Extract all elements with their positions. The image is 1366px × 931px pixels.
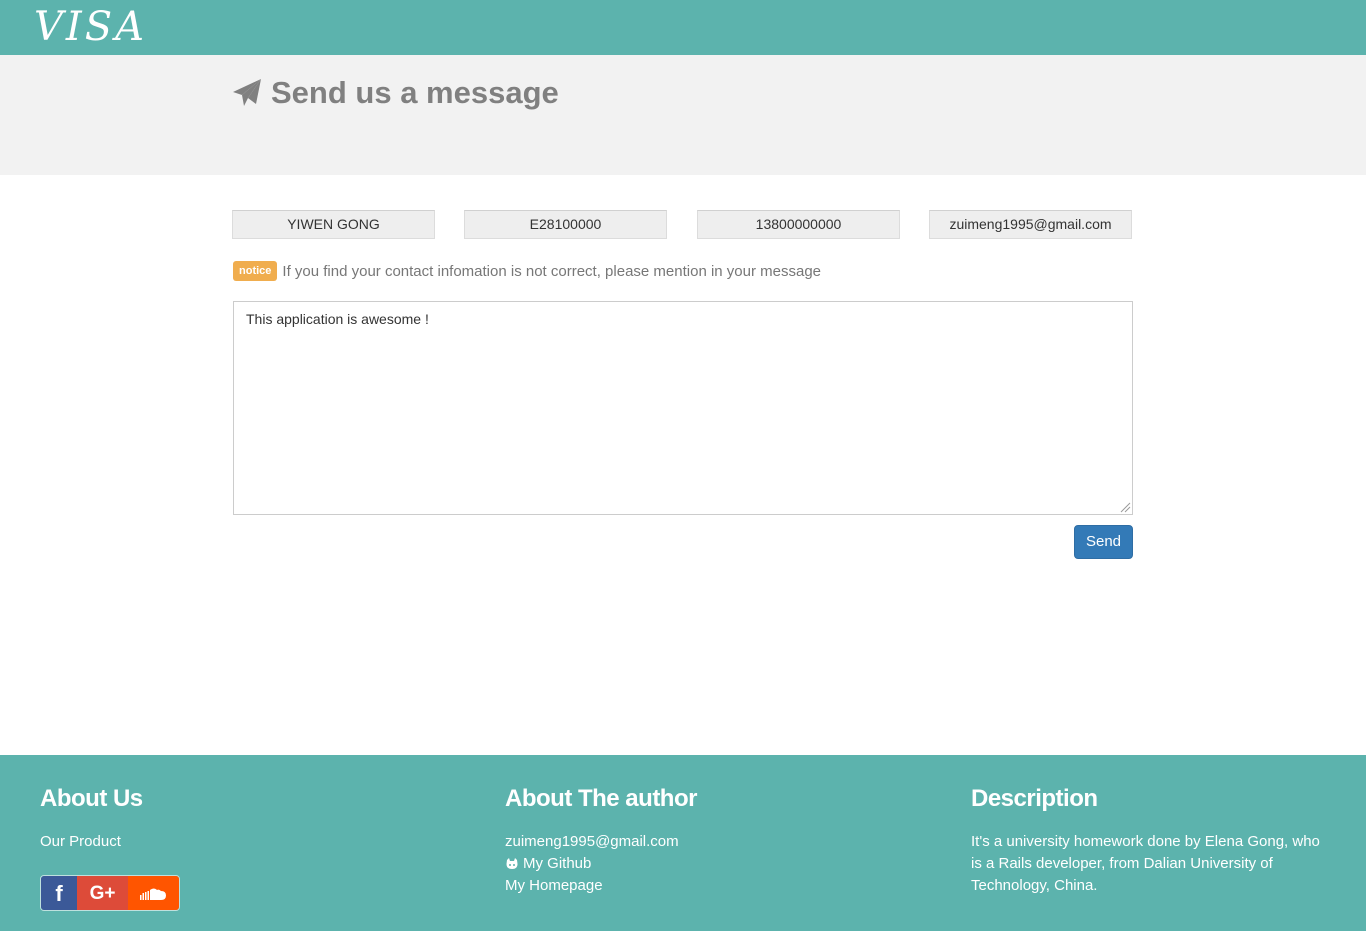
our-product-link[interactable]: Our Product — [40, 831, 121, 853]
page-title-text: Send us a message — [271, 75, 559, 110]
github-link-label: My Github — [523, 855, 592, 872]
facebook-button[interactable]: f — [41, 876, 77, 910]
resize-grip-icon[interactable] — [1120, 502, 1131, 513]
email-field: zuimeng1995@gmail.com — [929, 210, 1132, 239]
description-heading: Description — [971, 785, 1098, 812]
phone-field: 13800000000 — [697, 210, 900, 239]
page-header: Send us a message — [0, 55, 1366, 175]
author-email-link[interactable]: zuimeng1995@gmail.com — [505, 831, 679, 853]
description-line-3: Technology, China. — [971, 877, 1098, 894]
message-textarea[interactable] — [233, 301, 1133, 515]
name-field: YIWEN GONG — [232, 210, 435, 239]
soundcloud-button[interactable] — [128, 876, 179, 910]
github-icon — [506, 858, 518, 869]
notice-text: If you find your contact infomation is n… — [282, 262, 822, 280]
brand-logo[interactable]: VISA — [34, 4, 147, 50]
soundcloud-icon — [139, 888, 166, 900]
googleplus-button[interactable]: G+ — [77, 876, 128, 910]
description-line-1: It's a university homework done by Elena… — [971, 833, 1320, 850]
facebook-icon: f — [55, 881, 63, 906]
social-buttons: f G+ — [40, 875, 180, 911]
homepage-link[interactable]: My Homepage — [505, 875, 603, 897]
googleplus-icon: G+ — [89, 883, 116, 904]
footer: About Us Our Product f G+ About The auth… — [0, 755, 1366, 931]
paper-plane-icon — [233, 79, 261, 106]
github-link[interactable]: My Github — [505, 853, 591, 875]
send-button[interactable]: Send — [1074, 525, 1133, 559]
notice-badge: notice — [233, 261, 278, 281]
notice-row: notice If you find your contact infomati… — [233, 261, 821, 281]
description-line-2: is a Rails developer, from Dalian Univer… — [971, 855, 1273, 872]
passport-field: E28100000 — [464, 210, 667, 239]
page-title: Send us a message — [232, 73, 559, 113]
about-us-heading: About Us — [40, 785, 143, 812]
navbar: VISA — [0, 0, 1366, 55]
about-author-heading: About The author — [505, 785, 697, 812]
